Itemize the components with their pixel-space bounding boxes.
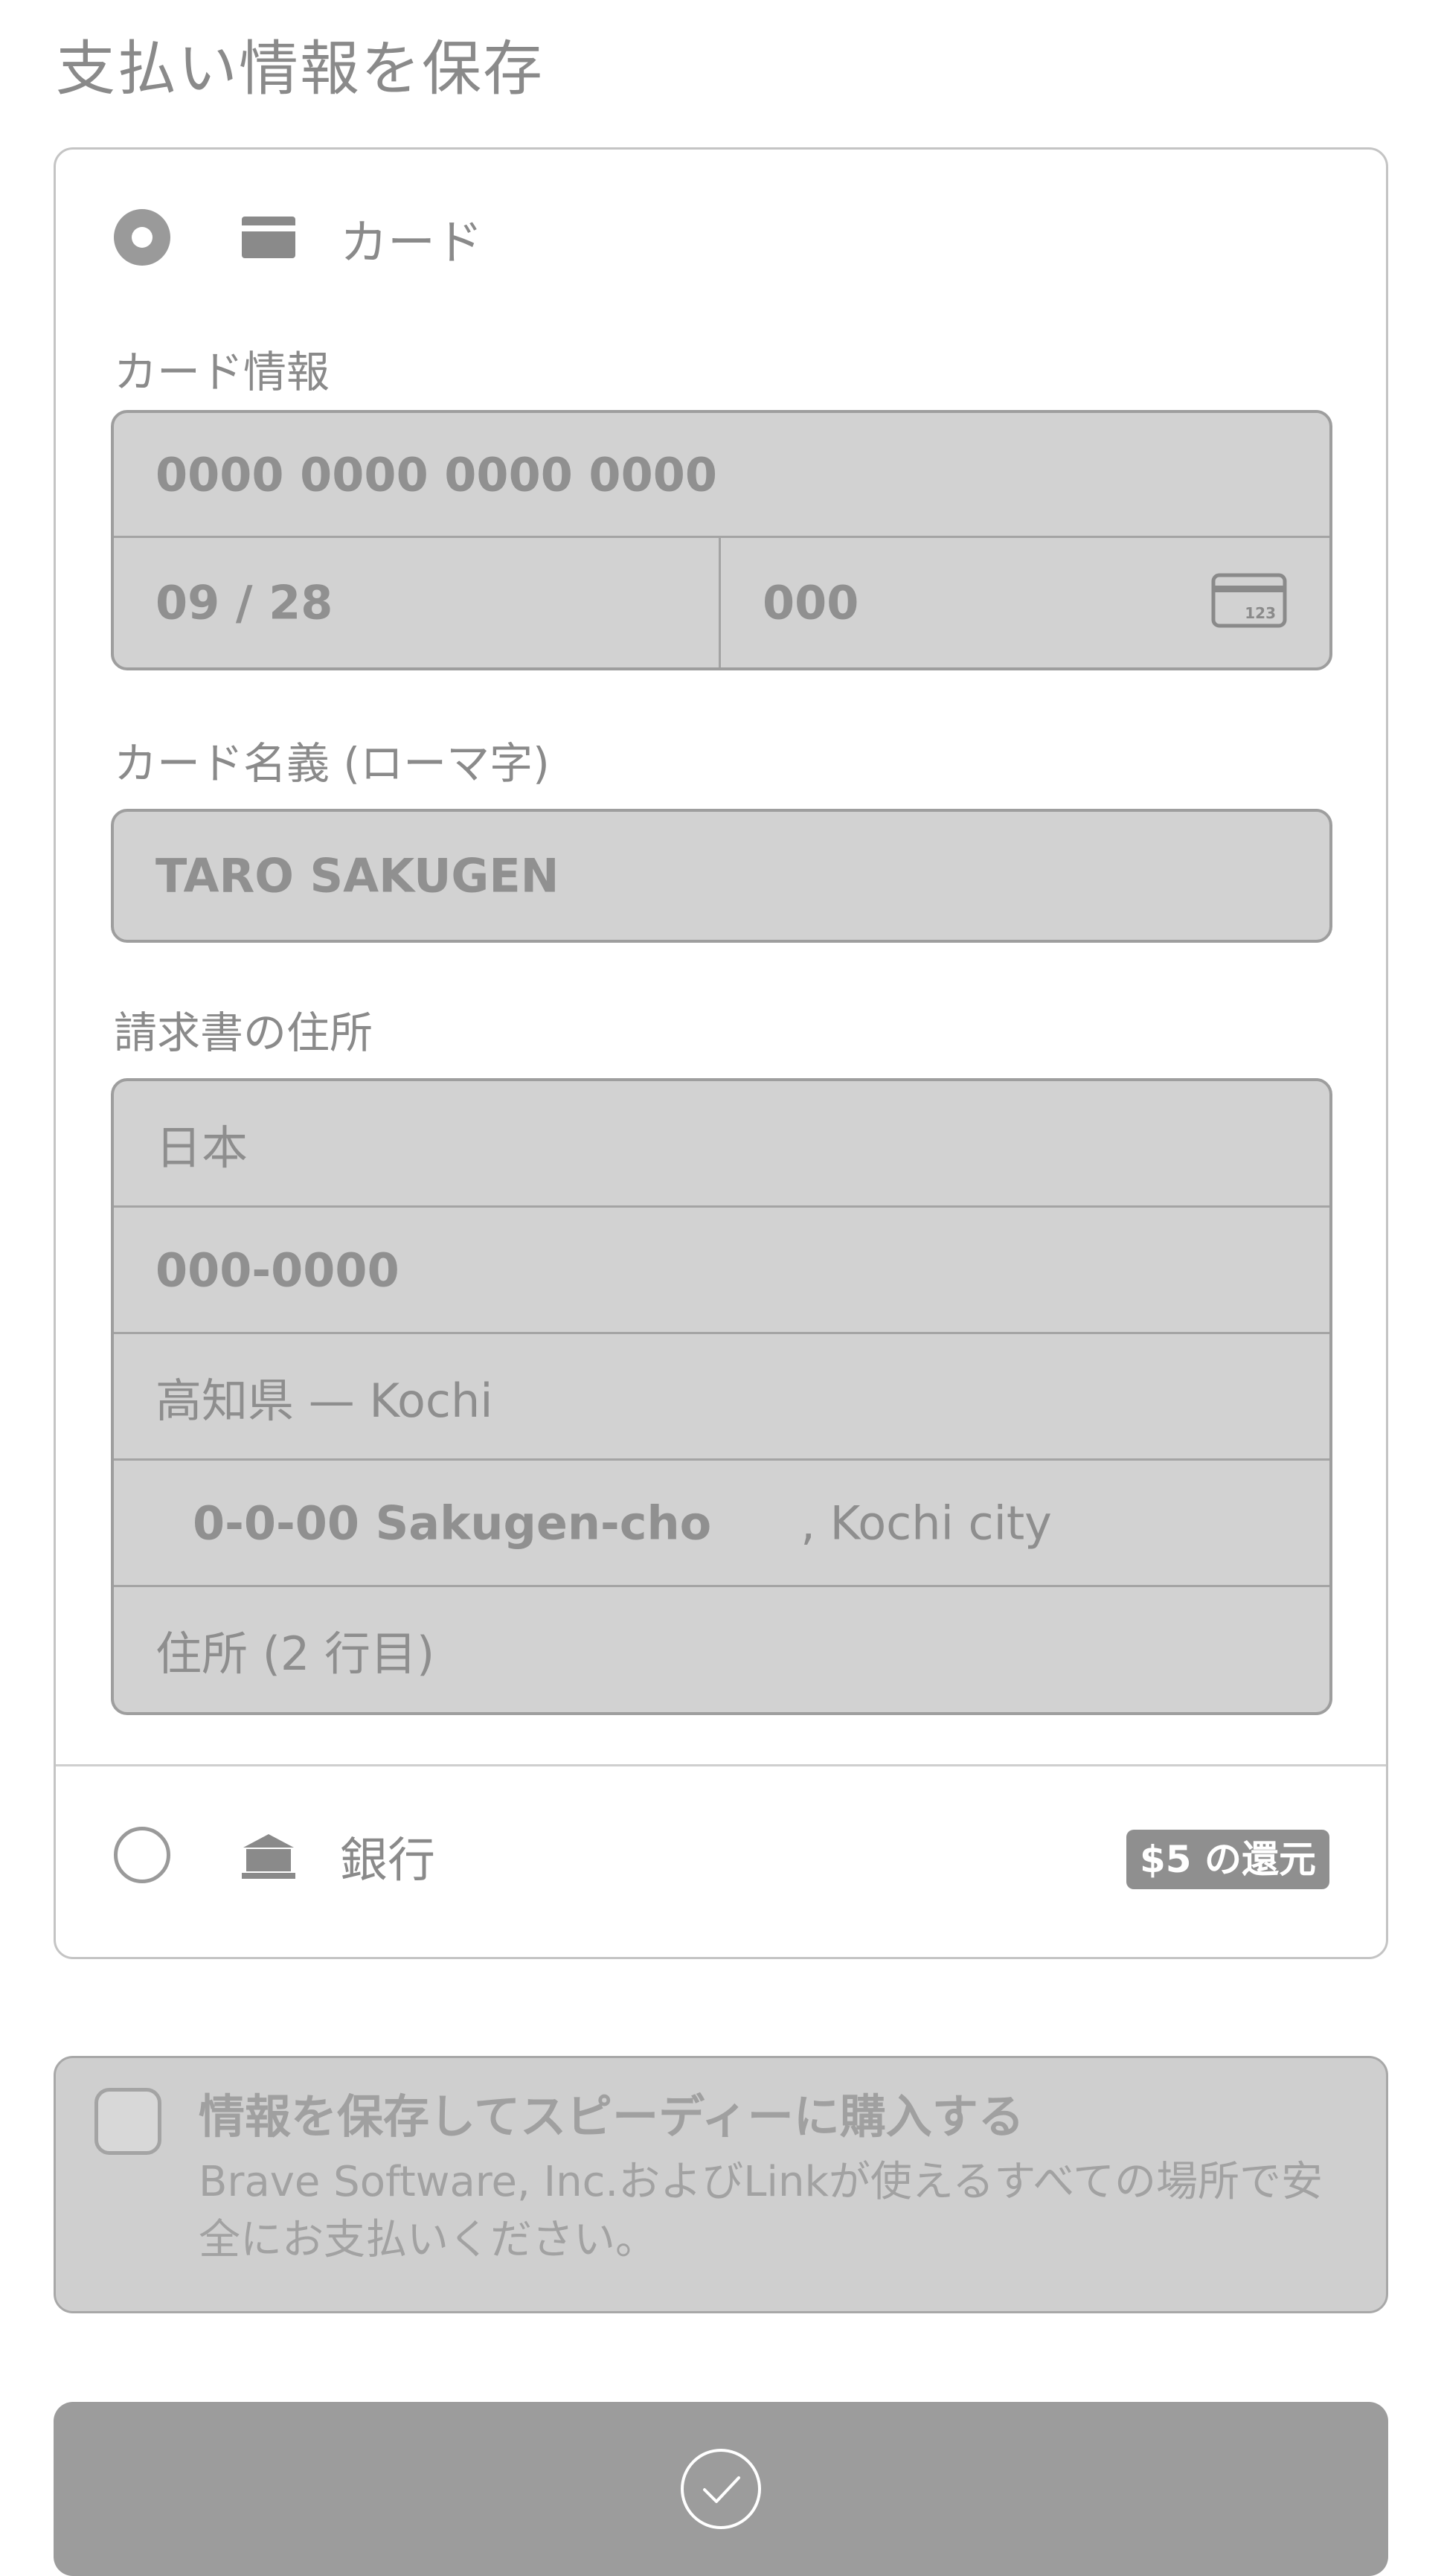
submit-button[interactable] (54, 2402, 1388, 2576)
save-info-checkbox[interactable] (94, 2088, 161, 2155)
cardholder-field-group: TARO SAKUGEN (111, 809, 1332, 943)
card-number-input[interactable]: 0000 0000 0000 0000 (155, 447, 717, 502)
card-expiry-cell: 09 / 28 (114, 538, 721, 667)
cvc-card-icon: 123 (1211, 573, 1287, 628)
svg-text:123: 123 (1245, 604, 1276, 622)
card-method-label: カード (340, 216, 483, 271)
billing-address-fields: 日本 000-0000 高知県 — Kochi 0-0-00 Sakugen-c… (111, 1078, 1332, 1715)
prefecture-row: 高知県 — Kochi (114, 1334, 1329, 1461)
payment-page: 支払い情報を保存 カード カード情報 0000 0000 0000 0000 0… (0, 0, 1444, 2576)
payment-method-bank-option[interactable]: 銀行 $5 の還元 (56, 1810, 1386, 1900)
save-info-box: 情報を保存してスピーディーに購入する Brave Software, Inc.お… (54, 2056, 1388, 2313)
address-line1-input[interactable]: 0-0-00 Sakugen-cho , Kochi city (193, 1496, 1052, 1550)
save-info-description: Brave Software, Inc.およびLinkが使えるすべての場所で安全… (199, 2158, 1323, 2264)
card-expiry-input[interactable]: 09 / 28 (155, 576, 333, 630)
bank-radio-button[interactable] (114, 1827, 170, 1883)
country-row: 日本 (114, 1081, 1329, 1208)
card-cvc-cell: 000 123 (721, 538, 1329, 667)
card-number-row: 0000 0000 0000 0000 (114, 413, 1329, 538)
card-info-label: カード情報 (114, 347, 330, 397)
bank-bonus-badge: $5 の還元 (1126, 1830, 1329, 1889)
card-radio-button[interactable] (114, 209, 170, 266)
bank-icon (242, 1834, 295, 1879)
card-icon (242, 217, 295, 258)
card-info-fields: 0000 0000 0000 0000 09 / 28 000 123 (111, 410, 1332, 670)
postal-code-row: 000-0000 (114, 1208, 1329, 1334)
page-title: 支払い情報を保存 (56, 34, 544, 103)
address-line2-row: 住所 (2 行目) (114, 1587, 1329, 1712)
address-line2-input[interactable]: 住所 (2 行目) (155, 1616, 434, 1683)
method-divider (56, 1764, 1386, 1766)
bank-method-label: 銀行 (340, 1833, 435, 1888)
save-info-title: 情報を保存してスピーディーに購入する (199, 2089, 1024, 2144)
cardholder-label: カード名義 (ローマ字) (114, 738, 550, 789)
card-expiry-cvc-row: 09 / 28 000 123 (114, 538, 1329, 667)
payment-method-card: カード カード情報 0000 0000 0000 0000 09 / 28 00… (54, 147, 1388, 1959)
country-select[interactable]: 日本 (155, 1110, 248, 1177)
address-line1-row: 0-0-00 Sakugen-cho , Kochi city (114, 1461, 1329, 1587)
prefecture-select[interactable]: 高知県 — Kochi (155, 1363, 493, 1430)
payment-method-card-option[interactable]: カード (56, 193, 1386, 282)
address-line1-value: 0-0-00 Sakugen-cho (193, 1496, 712, 1550)
city-suffix: , Kochi city (800, 1496, 1052, 1550)
cardholder-name-input[interactable]: TARO SAKUGEN (155, 849, 559, 903)
cardholder-row: TARO SAKUGEN (114, 812, 1329, 940)
card-cvc-input[interactable]: 000 (763, 576, 859, 630)
billing-address-label: 請求書の住所 (114, 1007, 373, 1058)
postal-code-input[interactable]: 000-0000 (155, 1243, 399, 1297)
checkmark-circle-icon (681, 2449, 761, 2529)
